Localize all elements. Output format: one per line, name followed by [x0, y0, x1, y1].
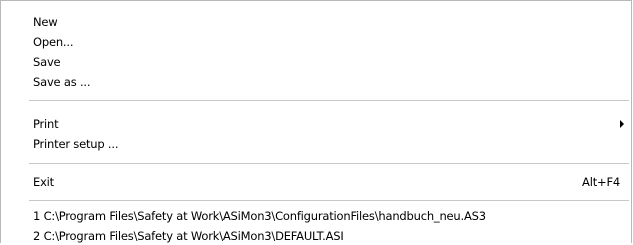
menu-item-label: Open... — [33, 35, 74, 49]
menu-item-exit[interactable]: Exit Alt+F4 — [33, 173, 631, 191]
menu-item-label: Save as ... — [33, 75, 91, 89]
menu-item-recent-file-2[interactable]: 2 C:\Program Files\Safety at Work\ASiMon… — [33, 227, 631, 245]
menu-item-shortcut: Alt+F4 — [582, 175, 620, 189]
menu-item-label: 1 C:\Program Files\Safety at Work\ASiMon… — [33, 209, 486, 223]
menu-item-save[interactable]: Save — [33, 53, 631, 71]
menu-item-label: 2 C:\Program Files\Safety at Work\ASiMon… — [33, 229, 344, 243]
menu-item-label: New — [33, 15, 58, 29]
menu-item-label: Print — [33, 117, 59, 131]
menu-item-label: Exit — [33, 175, 54, 189]
menu-item-print[interactable]: Print — [33, 115, 631, 133]
menu-item-label: Save — [33, 55, 61, 69]
menu-item-recent-file-1[interactable]: 1 C:\Program Files\Safety at Work\ASiMon… — [33, 207, 631, 225]
menu-item-new[interactable]: New — [33, 13, 631, 31]
menu-separator — [29, 100, 629, 101]
menu-item-label: Printer setup ... — [33, 137, 119, 151]
menu-item-save-as[interactable]: Save as ... — [33, 73, 631, 91]
file-menu: New Open... Save Save as ... Print Print… — [0, 0, 632, 243]
menu-item-open[interactable]: Open... — [33, 33, 631, 51]
menu-separator — [29, 163, 629, 164]
submenu-arrow-icon — [620, 120, 624, 128]
menu-item-printer-setup[interactable]: Printer setup ... — [33, 135, 631, 153]
menu-separator — [29, 200, 629, 201]
